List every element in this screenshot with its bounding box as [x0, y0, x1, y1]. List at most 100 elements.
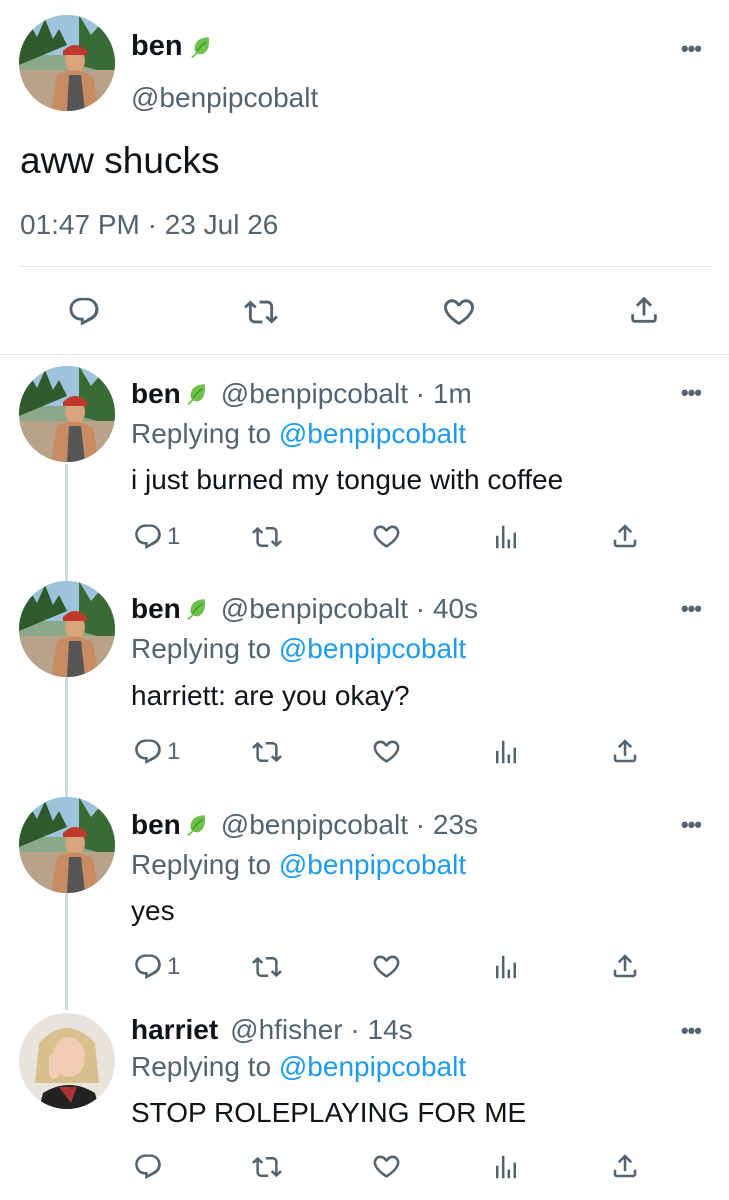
views-button[interactable]: [491, 737, 521, 767]
reply-button[interactable]: 1: [133, 522, 180, 552]
retweet-icon: [244, 295, 278, 329]
reply-icon: [67, 295, 101, 329]
reply-header: ben @benpipcobalt · 40s: [131, 593, 478, 625]
replying-to: Replying to @benpipcobalt: [131, 418, 466, 450]
replying-to-handle[interactable]: @benpipcobalt: [279, 1051, 466, 1082]
reply-header: ben @benpipcobalt · 1m: [131, 378, 472, 410]
like-button[interactable]: [371, 521, 402, 552]
share-icon: [610, 521, 640, 551]
views-button[interactable]: [491, 522, 521, 552]
retweet-icon: [252, 952, 282, 982]
display-name[interactable]: ben: [131, 378, 181, 410]
share-button[interactable]: [627, 293, 661, 327]
avatar-image: [19, 797, 115, 893]
display-name[interactable]: ben: [131, 809, 181, 841]
share-button[interactable]: [610, 951, 640, 981]
bar-chart-icon: [491, 737, 521, 767]
reply-icon: [133, 522, 163, 552]
replying-to: Replying to @benpipcobalt: [131, 633, 466, 665]
reply-button[interactable]: [133, 1152, 163, 1182]
reply-text: STOP ROLEPLAYING FOR ME: [131, 1097, 527, 1128]
reply-text: i just burned my tongue with coffee: [131, 464, 564, 495]
avatar[interactable]: [19, 366, 115, 462]
leaf-icon: [183, 812, 209, 838]
share-icon: [610, 1151, 640, 1181]
avatar[interactable]: [19, 15, 115, 111]
avatar[interactable]: [19, 797, 115, 893]
display-name-text: ben: [131, 30, 183, 62]
heart-icon: [441, 294, 477, 330]
display-name[interactable]: ben: [131, 593, 181, 625]
more-options-button[interactable]: •••: [681, 36, 702, 62]
retweet-icon: [252, 1152, 282, 1182]
replying-to-label: Replying to: [131, 633, 272, 664]
display-name[interactable]: harriet: [131, 1014, 218, 1046]
reply-text: harriett: are you okay?: [131, 680, 410, 711]
avatar-image: [19, 366, 115, 462]
avatar-image: [19, 1013, 115, 1109]
thread-line: [65, 464, 68, 1010]
more-options-button[interactable]: •••: [681, 1018, 702, 1044]
heart-icon: [371, 521, 402, 552]
share-icon: [610, 736, 640, 766]
replying-to: Replying to @benpipcobalt: [131, 849, 466, 881]
handle-and-time[interactable]: @benpipcobalt · 40s: [221, 593, 478, 625]
retweet-icon: [252, 737, 282, 767]
retweet-button[interactable]: [252, 1152, 282, 1182]
like-button[interactable]: [371, 951, 402, 982]
heart-icon: [371, 736, 402, 767]
replying-to-handle[interactable]: @benpipcobalt: [279, 633, 466, 664]
reply-count: 1: [167, 738, 181, 765]
like-button[interactable]: [441, 294, 477, 330]
more-options-button[interactable]: •••: [681, 596, 702, 622]
bar-chart-icon: [491, 952, 521, 982]
divider: [0, 354, 729, 355]
retweet-button[interactable]: [252, 952, 282, 982]
share-button[interactable]: [610, 1151, 640, 1181]
replying-to-handle[interactable]: @benpipcobalt: [279, 418, 466, 449]
reply-count: 1: [167, 953, 181, 980]
tweet-timestamp[interactable]: 01:47 PM · 23 Jul 26: [20, 209, 278, 241]
more-options-button[interactable]: •••: [681, 380, 702, 406]
handle-and-time[interactable]: @benpipcobalt · 1m: [221, 378, 472, 410]
like-button[interactable]: [371, 1151, 402, 1182]
avatar[interactable]: [19, 1013, 115, 1109]
display-name[interactable]: ben: [131, 30, 213, 63]
share-icon: [610, 951, 640, 981]
reply-button[interactable]: [67, 295, 101, 329]
views-button[interactable]: [491, 952, 521, 982]
heart-icon: [371, 1151, 402, 1182]
replying-to-label: Replying to: [131, 418, 272, 449]
reply-icon: [133, 952, 163, 982]
replying-to-handle[interactable]: @benpipcobalt: [279, 849, 466, 880]
avatar-image: [19, 15, 115, 111]
more-options-button[interactable]: •••: [681, 812, 702, 838]
heart-icon: [371, 951, 402, 982]
retweet-icon: [252, 522, 282, 552]
avatar[interactable]: [19, 581, 115, 677]
handle-and-time[interactable]: @hfisher · 14s: [230, 1014, 413, 1046]
reply-icon: [133, 737, 163, 767]
handle-and-time[interactable]: @benpipcobalt · 23s: [221, 809, 478, 841]
share-button[interactable]: [610, 736, 640, 766]
tweet-text: aww shucks: [20, 140, 220, 181]
like-button[interactable]: [371, 736, 402, 767]
reply-button[interactable]: 1: [133, 952, 180, 982]
leaf-icon: [183, 381, 209, 407]
retweet-button[interactable]: [244, 295, 278, 329]
reply-button[interactable]: 1: [133, 737, 180, 767]
retweet-button[interactable]: [252, 522, 282, 552]
share-button[interactable]: [610, 521, 640, 551]
divider: [20, 266, 711, 267]
reply-text: yes: [131, 895, 175, 926]
replying-to: Replying to @benpipcobalt: [131, 1051, 466, 1083]
reply-header: harriet @hfisher · 14s: [131, 1014, 413, 1046]
leaf-icon: [187, 34, 213, 60]
replying-to-label: Replying to: [131, 849, 272, 880]
handle[interactable]: @benpipcobalt: [131, 82, 318, 114]
retweet-button[interactable]: [252, 737, 282, 767]
share-icon: [627, 293, 661, 327]
avatar-image: [19, 581, 115, 677]
views-button[interactable]: [491, 1152, 521, 1182]
reply-icon: [133, 1152, 163, 1182]
